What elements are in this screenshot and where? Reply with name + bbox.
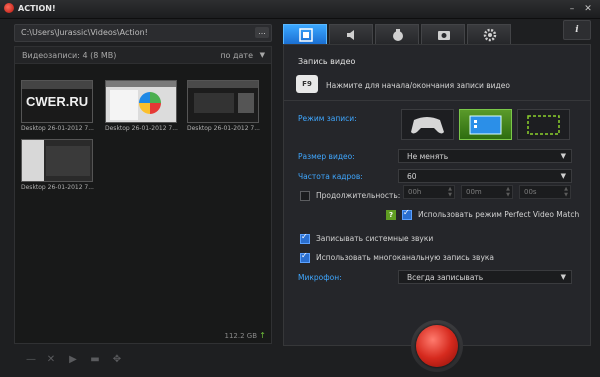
- disk-free-space: 112.2 GB: [224, 332, 258, 340]
- settings-tabs: [283, 24, 517, 44]
- video-size-select[interactable]: Не менять ▼: [398, 149, 572, 163]
- duration-seconds-value: 00s: [524, 188, 537, 196]
- info-button[interactable]: i: [563, 20, 591, 40]
- thumbnail-image: [187, 80, 259, 123]
- app-title: ACTION!: [18, 4, 56, 13]
- record-mode-label: Режим записи:: [298, 114, 357, 123]
- mode-region-button[interactable]: [517, 109, 570, 140]
- perfect-match-checkbox[interactable]: [402, 208, 412, 220]
- recording-thumbnail[interactable]: CWER.RU Desktop 26-01-2012 7...: [21, 80, 94, 140]
- gear-icon: [483, 28, 497, 42]
- spinner-icon[interactable]: ▲ ▼: [448, 186, 452, 198]
- recording-thumbnail[interactable]: Desktop 26-01-2012 7...: [105, 80, 178, 140]
- spinner-icon[interactable]: ▲ ▼: [506, 186, 510, 198]
- duration-label: Продолжительность:: [316, 191, 401, 200]
- recording-thumbnail[interactable]: Desktop 26-01-2012 7...: [187, 80, 260, 140]
- mode-desktop-button[interactable]: [459, 109, 512, 140]
- framerate-select[interactable]: 60 ▼: [398, 169, 572, 183]
- duration-hours-value: 00h: [408, 188, 422, 196]
- title-bar: ACTION! – ✕: [0, 0, 600, 19]
- thumbnail-label: Desktop 26-01-2012 7...: [187, 125, 260, 132]
- thumbnail-label: Desktop 26-01-2012 7...: [21, 184, 94, 191]
- save-path-text: C:\Users\Jurassic\Videos\Action!: [21, 28, 148, 37]
- perfect-match-label: Использовать режим Perfect Video Match: [418, 210, 580, 219]
- framerate-value: 60: [407, 172, 417, 181]
- system-sounds-checkbox[interactable]: [300, 232, 310, 244]
- region-select-icon: [527, 115, 560, 135]
- thumbnail-label: Desktop 26-01-2012 7...: [105, 125, 178, 132]
- arrow-up-icon: ↑: [259, 331, 266, 340]
- microphone-select[interactable]: Всегда записывать ▼: [398, 270, 572, 284]
- folder-icon[interactable]: ▬: [86, 352, 104, 368]
- help-icon[interactable]: ?: [386, 210, 396, 220]
- tab-settings[interactable]: [467, 24, 511, 44]
- mode-game-button[interactable]: [401, 109, 454, 140]
- close-icon[interactable]: ✕: [42, 352, 60, 368]
- thumbnail-image: [21, 139, 93, 182]
- record-button[interactable]: [416, 325, 458, 367]
- speaker-icon: [347, 30, 354, 40]
- divider: [284, 100, 590, 101]
- controller-icon: [393, 29, 403, 41]
- framerate-label: Частота кадров:: [298, 172, 363, 181]
- recordings-count: Видеозаписи: 4 (8 MB): [22, 51, 117, 60]
- duration-minutes-value: 00m: [466, 188, 482, 196]
- close-button[interactable]: ✕: [582, 3, 594, 15]
- thumbnail-image: CWER.RU: [21, 80, 93, 123]
- minus-icon[interactable]: —: [22, 352, 40, 368]
- desktop-icon: [469, 115, 502, 135]
- thumbnail-overlay: CWER.RU: [26, 94, 89, 109]
- section-title: Запись видео: [298, 57, 356, 66]
- minimize-button[interactable]: –: [566, 3, 578, 15]
- recording-thumbnail[interactable]: Desktop 26-01-2012 7...: [21, 139, 94, 199]
- camera-icon: [438, 31, 450, 40]
- chevron-down-icon: ▼: [560, 172, 566, 180]
- thumbnail-label: Desktop 26-01-2012 7...: [21, 125, 94, 132]
- video-size-value: Не менять: [407, 152, 449, 161]
- microphone-label: Микрофон:: [298, 273, 342, 282]
- duration-hours-field[interactable]: 00h ▲ ▼: [403, 185, 455, 199]
- chevron-down-icon[interactable]: ▼: [260, 51, 265, 59]
- chevron-down-icon: ▼: [560, 152, 566, 160]
- tab-game[interactable]: [375, 24, 419, 44]
- recordings-panel: Видеозаписи: 4 (8 MB) по дате ▼ CWER.RU …: [14, 46, 272, 344]
- tab-video[interactable]: [283, 24, 327, 44]
- play-icon[interactable]: ▶: [64, 352, 82, 368]
- microphone-value: Всегда записывать: [407, 273, 484, 282]
- save-path-field[interactable]: C:\Users\Jurassic\Videos\Action! ...: [14, 24, 272, 42]
- spinner-icon[interactable]: ▲ ▼: [564, 186, 568, 198]
- tab-screenshot[interactable]: [421, 24, 465, 44]
- hotkey-description: Нажмите для начала/окончания записи виде…: [326, 81, 510, 90]
- system-sounds-label: Записывать системные звуки: [316, 234, 434, 243]
- film-icon: [299, 28, 313, 42]
- thumbnail-image: [105, 80, 177, 123]
- move-icon[interactable]: ✥: [108, 352, 126, 368]
- recordings-footer: 112.2 GB ↑: [15, 329, 271, 343]
- hotkey-button[interactable]: F9: [296, 75, 318, 93]
- video-size-label: Размер видео:: [298, 152, 355, 161]
- browse-button[interactable]: ...: [255, 27, 269, 38]
- tab-audio[interactable]: [329, 24, 373, 44]
- app-logo-icon: [4, 3, 14, 13]
- multichannel-checkbox[interactable]: [300, 251, 310, 263]
- duration-checkbox[interactable]: [300, 191, 310, 201]
- multichannel-label: Использовать многоканальную запись звука: [316, 253, 495, 262]
- recordings-header: Видеозаписи: 4 (8 MB) по дате ▼: [15, 47, 271, 64]
- chevron-down-icon: ▼: [560, 273, 566, 281]
- sort-dropdown[interactable]: по дате: [220, 51, 253, 60]
- duration-minutes-field[interactable]: 00m ▲ ▼: [461, 185, 513, 199]
- gamepad-icon: [411, 117, 444, 134]
- duration-seconds-field[interactable]: 00s ▲ ▼: [519, 185, 571, 199]
